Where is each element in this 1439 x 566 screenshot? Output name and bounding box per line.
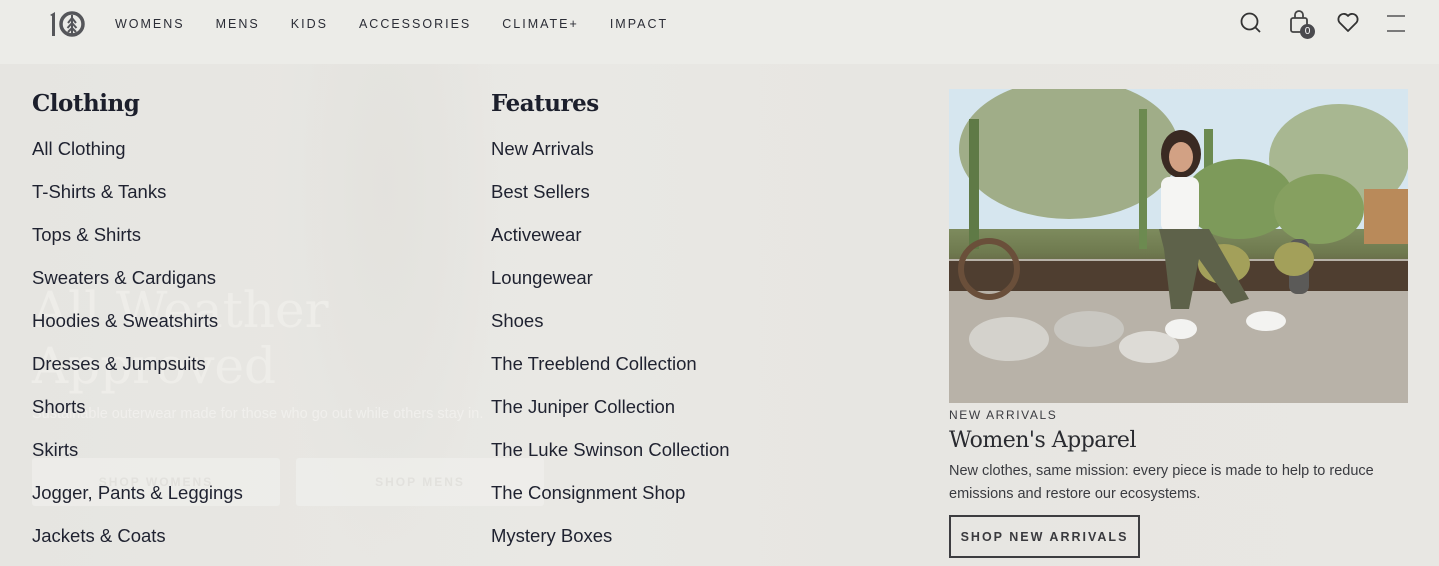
menu-button[interactable]	[1384, 10, 1410, 36]
menu-link-loungewear[interactable]: Loungewear	[491, 266, 730, 309]
main-nav: WOMENS MENS KIDS ACCESSORIES CLIMATE+ IM…	[115, 0, 699, 48]
nav-accessories[interactable]: ACCESSORIES	[359, 17, 471, 31]
menu-link-skirts[interactable]: Skirts	[32, 438, 243, 481]
menu-link-shoes[interactable]: Shoes	[491, 309, 730, 352]
nav-mens[interactable]: MENS	[216, 17, 260, 31]
menu-link-joggers-pants-leggings[interactable]: Jogger, Pants & Leggings	[32, 481, 243, 524]
clothing-heading: Clothing	[32, 90, 140, 117]
menu-link-dresses-jumpsuits[interactable]: Dresses & Jumpsuits	[32, 352, 243, 395]
search-icon	[1240, 12, 1261, 33]
nav-womens[interactable]: WOMENS	[115, 17, 185, 31]
menu-link-juniper-collection[interactable]: The Juniper Collection	[491, 395, 730, 438]
promo-image[interactable]	[949, 89, 1408, 403]
menu-link-new-arrivals[interactable]: New Arrivals	[491, 137, 730, 180]
menu-link-sweaters-cardigans[interactable]: Sweaters & Cardigans	[32, 266, 243, 309]
menu-icon	[1387, 15, 1405, 32]
menu-link-all-clothing[interactable]: All Clothing	[32, 137, 243, 180]
menu-link-treeblend-collection[interactable]: The Treeblend Collection	[491, 352, 730, 395]
cart-count-badge: 0	[1300, 24, 1315, 39]
menu-link-best-sellers[interactable]: Best Sellers	[491, 180, 730, 223]
menu-link-shorts[interactable]: Shorts	[32, 395, 243, 438]
promo-card: NEW ARRIVALS Women's Apparel New clothes…	[949, 89, 1408, 558]
promo-title: Women's Apparel	[949, 428, 1137, 453]
features-heading: Features	[491, 90, 599, 117]
desert-photo-illustration	[949, 89, 1408, 403]
promo-description: New clothes, same mission: every piece i…	[949, 463, 1374, 502]
menu-link-jackets-coats[interactable]: Jackets & Coats	[32, 524, 243, 566]
menu-link-tops-shirts[interactable]: Tops & Shirts	[32, 223, 243, 266]
features-list: New Arrivals Best Sellers Activewear Lou…	[491, 137, 730, 566]
clothing-list: All Clothing T-Shirts & Tanks Tops & Shi…	[32, 137, 243, 566]
wishlist-button[interactable]	[1335, 10, 1361, 36]
menu-link-consignment-shop[interactable]: The Consignment Shop	[491, 481, 730, 524]
menu-link-mystery-boxes[interactable]: Mystery Boxes	[491, 524, 730, 566]
menu-link-luke-swinson-collection[interactable]: The Luke Swinson Collection	[491, 438, 730, 481]
shop-new-arrivals-button[interactable]: SHOP NEW ARRIVALS	[949, 515, 1140, 558]
heart-icon	[1337, 13, 1359, 32]
site-header: WOMENS MENS KIDS ACCESSORIES CLIMATE+ IM…	[0, 0, 1439, 64]
logo[interactable]	[48, 9, 88, 39]
menu-link-tshirts-tanks[interactable]: T-Shirts & Tanks	[32, 180, 243, 223]
menu-link-hoodies-sweatshirts[interactable]: Hoodies & Sweatshirts	[32, 309, 243, 352]
tentree-logo-icon	[50, 11, 85, 37]
nav-impact[interactable]: IMPACT	[610, 17, 668, 31]
search-button[interactable]	[1238, 10, 1264, 36]
menu-link-activewear[interactable]: Activewear	[491, 223, 730, 266]
nav-climate-plus[interactable]: CLIMATE+	[502, 17, 579, 31]
nav-kids[interactable]: KIDS	[291, 17, 328, 31]
promo-label: NEW ARRIVALS	[949, 408, 1058, 422]
